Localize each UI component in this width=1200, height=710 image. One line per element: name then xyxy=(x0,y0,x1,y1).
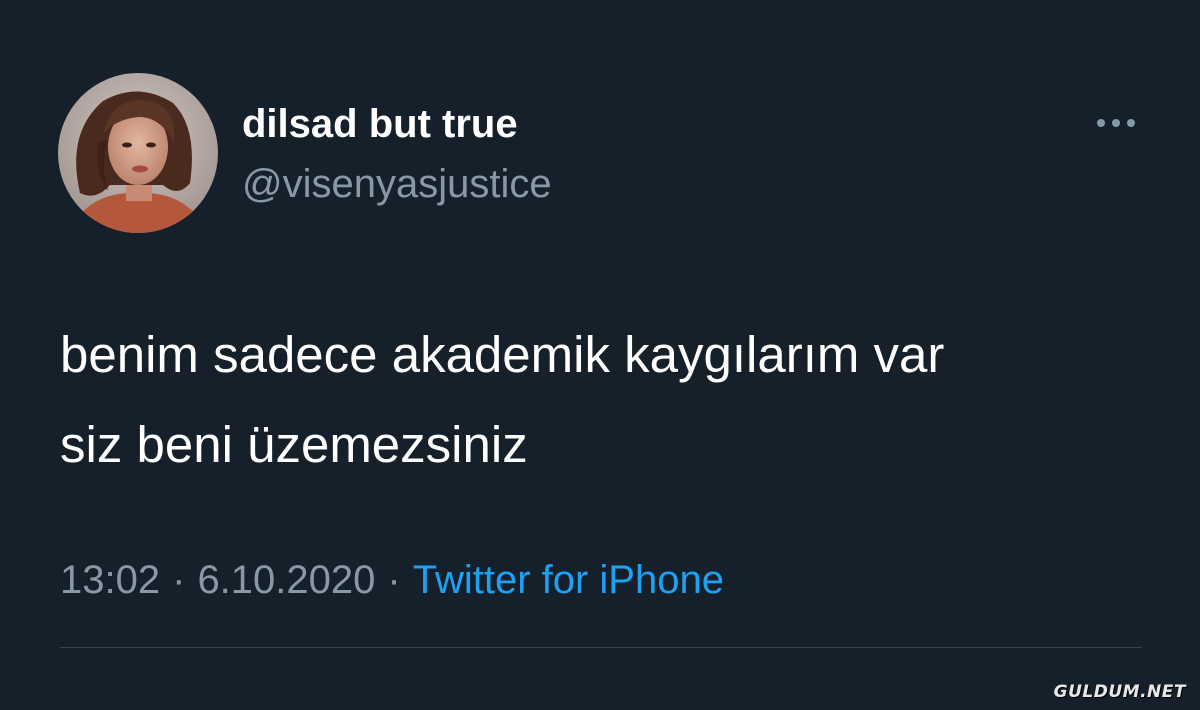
user-handle[interactable]: @visenyasjustice xyxy=(242,160,552,208)
tweet-time[interactable]: 13:02 xyxy=(60,558,160,602)
tweet-page: dilsad but true @visenyasjustice benim s… xyxy=(0,0,1200,710)
tweet-meta: 13:02 · 6.10.2020 · Twitter for iPhone xyxy=(60,555,724,605)
more-horizontal-icon-dot xyxy=(1127,119,1135,127)
watermark: GULDUM.NET xyxy=(1053,682,1186,702)
tweet-text: benim sadece akademik kaygılarım var siz… xyxy=(60,310,1170,490)
display-name[interactable]: dilsad but true xyxy=(242,100,518,148)
more-horizontal-icon-dot xyxy=(1097,119,1105,127)
more-horizontal-icon-dot xyxy=(1112,119,1120,127)
divider xyxy=(60,647,1142,648)
tweet-source-link[interactable]: Twitter for iPhone xyxy=(413,558,724,602)
tweet-text-line: benim sadece akademik kaygılarım var xyxy=(60,326,945,383)
avatar[interactable] xyxy=(58,73,218,233)
tweet-date[interactable]: 6.10.2020 xyxy=(197,558,375,602)
tweet-text-line: siz beni üzemezsiniz xyxy=(60,416,528,473)
more-options-button[interactable] xyxy=(1088,108,1144,138)
avatar-photo xyxy=(58,73,218,233)
meta-separator: · xyxy=(172,558,186,602)
meta-separator: · xyxy=(387,558,401,602)
